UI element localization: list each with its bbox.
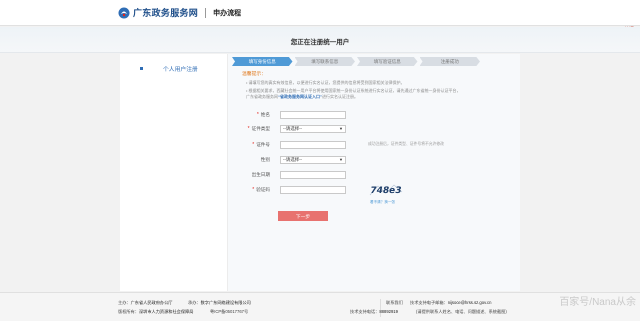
name-input[interactable]: [280, 110, 346, 119]
id-number-input[interactable]: [280, 140, 346, 149]
footer-note: (请提供联系人姓名、电话、问题描述、系统截图): [416, 309, 507, 314]
gender-label: 性别: [260, 156, 270, 162]
footer-support: 承办：数字广东网络建设有限公司: [188, 300, 251, 305]
footer-email: 技术支持电子邮箱：nijsoce@hrss.sz.gov.cn: [410, 300, 492, 305]
step-progress: 填写身份信息 填写联系信息 填写验证信息 注册成功: [232, 57, 482, 66]
page-footer: 主办：广东省人民政府办公厅 承办：数字广东网络建设有限公司 版权所有：深圳市人力…: [0, 292, 640, 321]
register-content: 填写身份信息 填写联系信息 填写验证信息 注册成功 温馨提示： • 请填写您的真…: [228, 54, 520, 291]
svg-text:748e3: 748e3: [369, 186, 402, 196]
footer-copyright: 版权所有：深圳市人力资源和社会保障局: [118, 309, 194, 314]
step-contact: 填写联系信息: [294, 57, 355, 66]
captcha-image[interactable]: 748e3: [368, 181, 406, 199]
form-row-name: * 姓名: [228, 110, 520, 119]
page-banner: 您正在注册统一用户: [0, 27, 640, 53]
captcha-label: * 验证码: [252, 186, 270, 193]
nav-item-label: 个人用户注册: [163, 66, 198, 73]
left-nav: 个人用户注册: [120, 54, 228, 291]
tip-line: 广东省政务服务网“省政务服务网认证入口”进行实名认证注册。: [246, 94, 358, 99]
form-row-id-type: * 证件类型 --请选择-- ▼: [228, 124, 520, 133]
name-label: * 姓名: [256, 111, 270, 118]
id-type-label: * 证件类型: [247, 125, 270, 132]
page-title: 您正在注册统一用户: [290, 39, 350, 46]
tips-title: 温馨提示：: [242, 72, 266, 77]
logo-divider: [205, 7, 207, 18]
top-bar: 广东政务服务网 申办流程: [0, 0, 640, 26]
footer-phone: 技术支持电话：88892919: [350, 309, 398, 314]
site-logo[interactable]: 广东政务服务网 申办流程: [118, 6, 241, 19]
birthdate-label: 出生日期: [251, 171, 270, 177]
captcha-input[interactable]: [280, 185, 346, 194]
next-step-button[interactable]: 下一步: [278, 211, 328, 221]
footer-contact-title: 联系我们: [386, 300, 403, 305]
step-verify: 填写验证信息: [357, 57, 418, 66]
tip-line: • 请填写您的真实有效信息，以便进行实名认证，您提供的信息将受到国家相关法律保护…: [246, 80, 405, 85]
footer-host: 主办：广东省人民政府办公厅: [118, 300, 173, 305]
tips-box: 温馨提示： • 请填写您的真实有效信息，以便进行实名认证，您提供的信息将受到国家…: [242, 70, 512, 100]
id-type-select[interactable]: --请选择-- ▼: [280, 124, 346, 133]
nav-item-personal-register[interactable]: 个人用户注册: [140, 62, 220, 74]
step-success: 注册成功: [419, 57, 480, 66]
form-row-birthdate: 出生日期: [228, 170, 520, 179]
section-title: 申办流程: [213, 9, 242, 17]
site-name: 广东政务服务网: [133, 8, 199, 18]
gender-select[interactable]: --请选择-- ▼: [280, 155, 346, 164]
id-number-hint: 成功注册后，证件类型、证件号将不允许修改: [368, 142, 444, 146]
step-identity: 填写身份信息: [232, 57, 293, 66]
guangdong-logo-icon: [118, 7, 130, 18]
chevron-down-icon: ▼: [339, 157, 343, 162]
main-panel: 个人用户注册 填写身份信息 填写联系信息 填写验证信息 注册成功 温馨提示： •…: [120, 54, 520, 291]
chevron-down-icon: ▼: [339, 126, 343, 131]
id-number-label: * 证件号: [252, 141, 270, 148]
birthdate-input[interactable]: [280, 170, 346, 179]
footer-icp[interactable]: 粤ICP备05017767号: [210, 309, 248, 315]
nav-bullet-icon: [140, 66, 143, 70]
form-row-gender: 性别 --请选择-- ▼: [228, 155, 520, 164]
captcha-refresh-link[interactable]: 看不清？换一张: [370, 200, 395, 205]
form-row-id-number: * 证件号 成功注册后，证件类型、证件号将不允许修改: [228, 140, 520, 149]
auth-entry-link[interactable]: “省政务服务网认证入口”: [278, 94, 322, 99]
watermark-text: 百家号/Nana从余: [559, 297, 636, 308]
